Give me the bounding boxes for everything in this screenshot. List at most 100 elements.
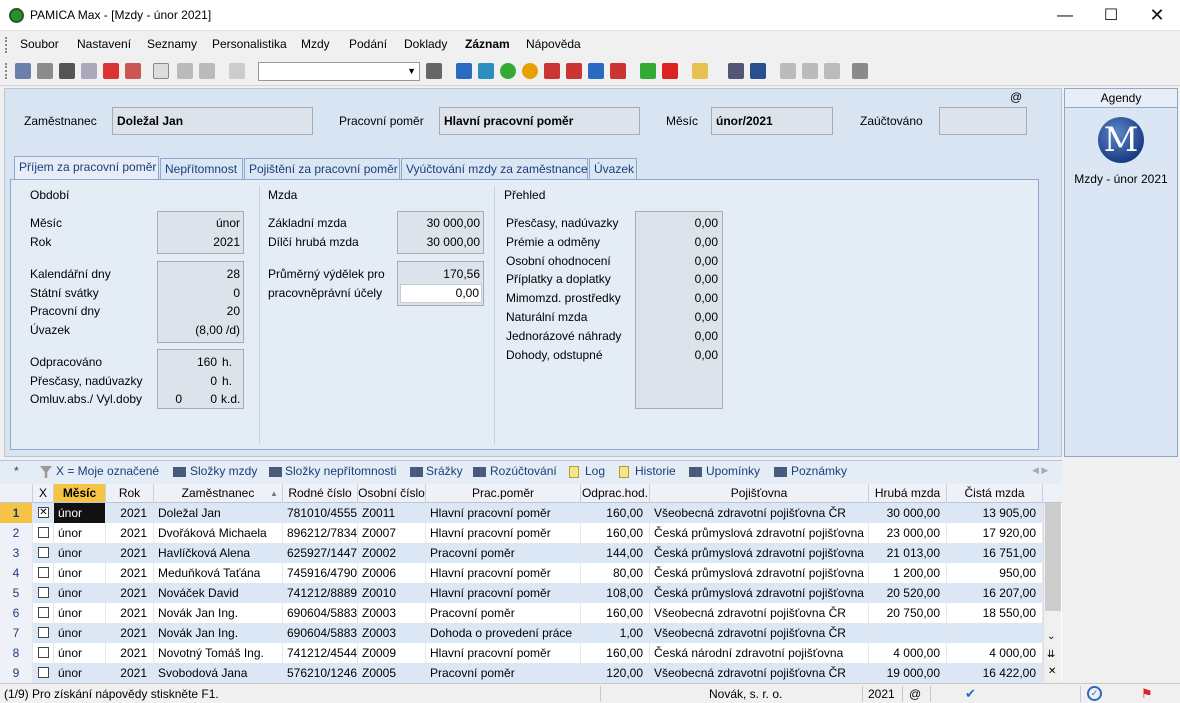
cell-oc[interactable]: Z0002 [358, 543, 426, 563]
cell-rok[interactable]: 2021 [106, 523, 154, 543]
cell-rok[interactable]: 2021 [106, 503, 154, 523]
cell-rc[interactable]: 741212/4544 [283, 643, 358, 663]
filter-icon[interactable] [426, 63, 442, 79]
cell-zam[interactable]: Meduňková Taťána [154, 563, 283, 583]
col-x[interactable]: X [33, 484, 54, 503]
cell-zam[interactable]: Novotný Tomáš Ing. [154, 643, 283, 663]
duplicate-icon[interactable] [229, 63, 245, 79]
table-row[interactable]: 8 únor 2021 Novotný Tomáš Ing. 741212/4544 Z0… [0, 643, 1043, 663]
row-number[interactable]: 1 [0, 503, 33, 523]
col-rodne-cislo[interactable]: Rodné číslo [283, 484, 358, 503]
posted-field[interactable] [939, 107, 1027, 135]
cell-mesic[interactable]: únor [54, 523, 106, 543]
cell-zam[interactable]: Novák Jan Ing. [154, 623, 283, 643]
col-osobni-cislo[interactable]: Osobní číslo [358, 484, 426, 503]
cell-hod[interactable]: 160,00 [581, 503, 650, 523]
tab-log[interactable]: Log [585, 464, 605, 483]
cell-hruba[interactable]: 20 750,00 [869, 603, 947, 623]
minimize-button[interactable]: — [1042, 0, 1088, 31]
cell-pp[interactable]: Pracovní poměr [426, 603, 581, 623]
cell-pp[interactable]: Pracovní poměr [426, 543, 581, 563]
check-icon[interactable]: ✔ [965, 686, 976, 702]
col-pojistovna[interactable]: Pojišťovna [650, 484, 869, 503]
cell-pp[interactable]: Hlavní pracovní poměr [426, 583, 581, 603]
cell-rc[interactable]: 745916/4790 [283, 563, 358, 583]
cell-mesic[interactable]: únor [54, 563, 106, 583]
cell-hod[interactable]: 160,00 [581, 643, 650, 663]
export-icon[interactable] [125, 63, 141, 79]
tab-slozky-mzdy[interactable]: Složky mzdy [190, 464, 257, 483]
form-icon[interactable] [780, 63, 796, 79]
cell-poj[interactable]: Česká národní zdravotní pojišťovna [650, 643, 869, 663]
col-prac-pomer[interactable]: Prac.poměr [426, 484, 581, 503]
menu-mzdy[interactable]: Mzdy [301, 37, 330, 51]
cell-pp[interactable]: Hlavní pracovní poměr [426, 523, 581, 543]
cell-hod[interactable]: 108,00 [581, 583, 650, 603]
tab-poznamky[interactable]: Poznámky [791, 464, 847, 483]
red-flag-icon[interactable] [662, 63, 678, 79]
menu-zaznam[interactable]: Záznam [465, 37, 510, 51]
cell-oc[interactable]: Z0007 [358, 523, 426, 543]
col-odprac-hod[interactable]: Odprac.hod. [581, 484, 650, 503]
iban-icon[interactable] [750, 63, 766, 79]
cell-pp[interactable]: Pracovní poměr [426, 663, 581, 683]
row-checkbox[interactable] [38, 567, 49, 578]
cell-hruba[interactable]: 19 000,00 [869, 663, 947, 683]
cell-rok[interactable]: 2021 [106, 583, 154, 603]
menu-napoveda[interactable]: Nápověda [526, 37, 581, 51]
prum-input[interactable]: 0,00 [400, 284, 482, 303]
menu-personalistika[interactable]: Personalistika [212, 37, 287, 51]
save-icon[interactable] [177, 63, 193, 79]
col-zamestnanec[interactable]: Zaměstnanec [154, 484, 283, 503]
cell-mesic[interactable]: únor [54, 583, 106, 603]
cell-hruba[interactable]: 21 013,00 [869, 543, 947, 563]
print-preview-icon[interactable] [81, 63, 97, 79]
cell-cista[interactable]: 16 207,00 [947, 583, 1043, 603]
tab-historie[interactable]: Historie [635, 464, 676, 483]
table-row[interactable]: 1 ✕ únor 2021 Doležal Jan 781010/4555 Z0011 Hla… [0, 503, 1043, 523]
cell-oc[interactable]: Z0006 [358, 563, 426, 583]
cell-rok[interactable]: 2021 [106, 623, 154, 643]
m-red-icon[interactable] [544, 63, 560, 79]
cell-rc[interactable]: 781010/4555 [283, 503, 358, 523]
green-flag-icon[interactable] [640, 63, 656, 79]
tab-nepritomnost[interactable]: Nepřítomnost [160, 158, 243, 179]
cell-rok[interactable]: 2021 [106, 643, 154, 663]
cell-rc[interactable]: 896212/7834 [283, 523, 358, 543]
cell-oc[interactable]: Z0005 [358, 663, 426, 683]
copy-record-icon[interactable] [37, 63, 53, 79]
table-row[interactable]: 6 únor 2021 Novák Jan Ing. 690604/5883 Z0003 P… [0, 603, 1043, 623]
row-checkbox[interactable] [38, 547, 49, 558]
print-icon[interactable] [59, 63, 75, 79]
tab-moje-oznacene[interactable]: X = Moje označené [56, 464, 159, 483]
cell-rc[interactable]: 741212/8889 [283, 583, 358, 603]
cell-oc[interactable]: Z0011 [358, 503, 426, 523]
m-blue-icon[interactable] [456, 63, 472, 79]
cell-hruba[interactable]: 23 000,00 [869, 523, 947, 543]
tab-vyuctovani[interactable]: Vyúčtování mzdy za zaměstnance [401, 158, 588, 179]
cell-cista[interactable]: 18 550,00 [947, 603, 1043, 623]
tab-slozky-nepritomnosti[interactable]: Složky nepřítomnosti [285, 464, 396, 483]
tab-pojisteni[interactable]: Pojištění za pracovní poměr [244, 158, 400, 179]
m-red2-icon[interactable] [566, 63, 582, 79]
maximize-button[interactable]: ☐ [1088, 0, 1134, 31]
cell-hruba[interactable]: 20 520,00 [869, 583, 947, 603]
tools-icon[interactable] [852, 63, 868, 79]
cell-hod[interactable]: 80,00 [581, 563, 650, 583]
menu-doklady[interactable]: Doklady [404, 37, 447, 51]
row-number[interactable]: 2 [0, 523, 33, 543]
cell-poj[interactable]: Všeobecná zdravotní pojišťovna ČR [650, 503, 869, 523]
table-row[interactable]: 3 únor 2021 Havlíčková Alena 625927/1447 Z000… [0, 543, 1043, 563]
cell-zam[interactable]: Nováček David [154, 583, 283, 603]
cell-rok[interactable]: 2021 [106, 563, 154, 583]
cell-pp[interactable]: Hlavní pracovní poměr [426, 503, 581, 523]
cell-cista[interactable]: 16 422,00 [947, 663, 1043, 683]
row-checkbox[interactable] [38, 607, 49, 618]
tab-all[interactable]: * [14, 464, 19, 483]
form3-icon[interactable] [824, 63, 840, 79]
employee-field[interactable]: Doležal Jan [112, 107, 313, 135]
cell-zam[interactable]: Novák Jan Ing. [154, 603, 283, 623]
cell-poj[interactable]: Česká průmyslová zdravotní pojišťovna [650, 543, 869, 563]
vertical-scrollbar[interactable]: ⌄ ⇊ ✕ [1043, 503, 1061, 682]
cell-rc[interactable]: 625927/1447 [283, 543, 358, 563]
